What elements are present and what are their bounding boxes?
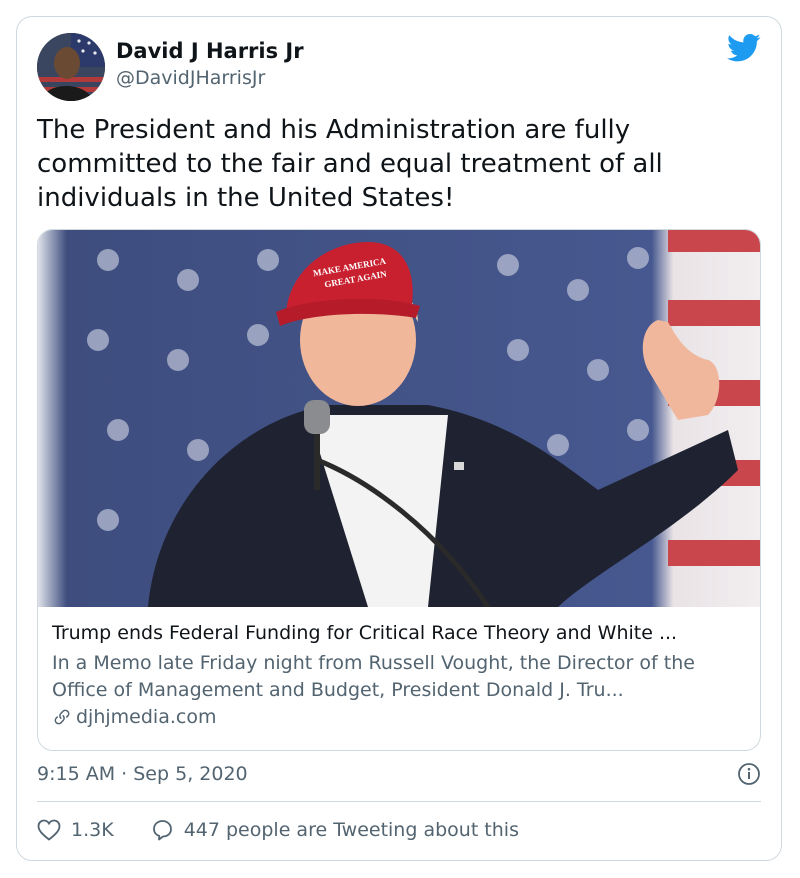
speech-bubble-icon [152, 820, 172, 841]
link-preview-card[interactable]: MAKE AMERICA GREAT AGAIN Trump ends Fede… [37, 229, 761, 751]
link-preview-image: MAKE AMERICA GREAT AGAIN [38, 230, 760, 607]
tweet-time: 9:15 AM [37, 763, 116, 785]
divider [37, 801, 761, 802]
tweet-date: Sep 5, 2020 [133, 763, 248, 785]
heart-icon [37, 819, 61, 841]
like-button[interactable]: 1.3K [37, 819, 114, 841]
link-description: In a Memo late Friday night from Russell… [52, 652, 695, 701]
conversation-button[interactable]: 447 people are Tweeting about this [150, 818, 519, 842]
like-count: 1.3K [71, 819, 114, 841]
author-avatar[interactable] [37, 33, 105, 101]
avatar-photo [37, 33, 105, 101]
action-bar: 1.3K 447 people are Tweeting about this [37, 813, 519, 847]
link-icon [54, 709, 70, 725]
link-domain-text: djhjmedia.com [76, 706, 217, 728]
link-domain: djhjmedia.com [52, 706, 216, 728]
conversation-text: 447 people are Tweeting about this [183, 819, 519, 841]
twitter-bird-icon[interactable] [727, 33, 761, 63]
link-title: Trump ends Federal Funding for Critical … [52, 622, 678, 644]
tweet-timestamp[interactable]: 9:15 AM · Sep 5, 2020 [37, 763, 248, 785]
timestamp-separator: · [121, 763, 128, 785]
author-handle[interactable]: @DavidJHarrisJr [116, 67, 265, 89]
info-icon[interactable] [737, 762, 761, 786]
tweet-card: David J Harris Jr @DavidJHarrisJr The Pr… [16, 16, 782, 861]
author-name[interactable]: David J Harris Jr [116, 39, 304, 63]
tweet-text: The President and his Administration are… [37, 115, 663, 213]
